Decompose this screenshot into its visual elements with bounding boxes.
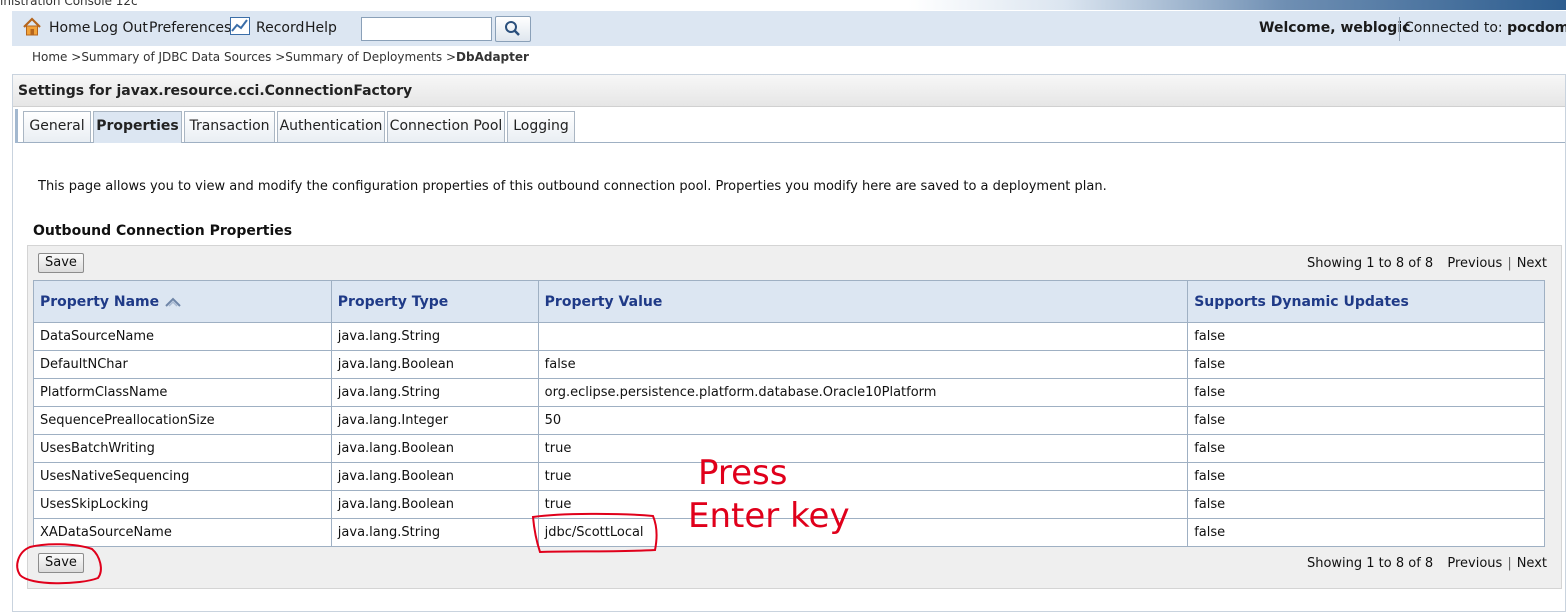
- tab-strip: General Properties Transaction Authentic…: [15, 109, 1565, 143]
- dynamic-updates-cell: false: [1187, 322, 1545, 351]
- settings-panel: Settings for javax.resource.cci.Connecti…: [12, 74, 1566, 612]
- home-icon[interactable]: [22, 17, 42, 37]
- welcome-prefix: Welcome,: [1259, 20, 1336, 36]
- dynamic-updates-cell: false: [1187, 462, 1545, 491]
- tab-general[interactable]: General: [23, 111, 91, 142]
- table-row: UsesSkipLocking java.lang.Boolean true f…: [33, 490, 1545, 519]
- previous-link-bottom[interactable]: Previous: [1447, 556, 1502, 571]
- properties-table: Property Name Property Type Property Val…: [33, 280, 1545, 547]
- breadcrumb-deployments[interactable]: Summary of Deployments >: [285, 50, 456, 64]
- tab-transaction[interactable]: Transaction: [184, 111, 275, 142]
- connected-prefix: Connected to:: [1404, 20, 1503, 36]
- column-header-property-name[interactable]: Property Name: [33, 280, 332, 323]
- search-button[interactable]: [495, 16, 531, 42]
- connected-text: Connected to: pocdomai: [1404, 20, 1566, 36]
- property-name-cell: SequencePreallocationSize: [33, 406, 332, 435]
- settings-title: Settings for javax.resource.cci.Connecti…: [18, 83, 413, 99]
- window-title-bar: inistration Console 12c: [0, 0, 1566, 10]
- table-row: DataSourceName java.lang.String false: [33, 322, 1545, 351]
- dynamic-updates-cell: false: [1187, 434, 1545, 463]
- dynamic-updates-cell: false: [1187, 490, 1545, 519]
- next-link-top[interactable]: Next: [1517, 256, 1547, 271]
- search-input[interactable]: [361, 17, 492, 41]
- property-name-cell: UsesSkipLocking: [33, 490, 332, 519]
- connected-domain: pocdomai: [1507, 20, 1566, 36]
- window-title: inistration Console 12c: [0, 0, 138, 8]
- breadcrumb: Home >Summary of JDBC Data Sources >Summ…: [32, 50, 529, 64]
- breadcrumb-home[interactable]: Home >: [32, 50, 81, 64]
- tab-connection-pool[interactable]: Connection Pool: [387, 111, 505, 142]
- breadcrumb-current: DbAdapter: [456, 50, 529, 64]
- section-title: Outbound Connection Properties: [33, 223, 293, 239]
- table-header-row: Property Name Property Type Property Val…: [33, 280, 1545, 323]
- column-label-property-name: Property Name: [40, 293, 160, 310]
- page-description: This page allows you to view and modify …: [38, 179, 1107, 194]
- toolbar-divider: [1399, 17, 1400, 41]
- property-name-cell: DefaultNChar: [33, 350, 332, 379]
- property-type-cell: java.lang.Integer: [330, 406, 539, 435]
- property-type-cell: java.lang.Boolean: [330, 350, 539, 379]
- table-row: UsesNativeSequencing java.lang.Boolean t…: [33, 462, 1545, 491]
- paging-summary-top: Showing 1 to 8 of 8: [1306, 256, 1434, 271]
- paging-summary-bottom: Showing 1 to 8 of 8: [1306, 556, 1434, 571]
- column-header-property-value[interactable]: Property Value: [537, 280, 1189, 323]
- help-link[interactable]: Help: [305, 20, 337, 36]
- property-value-cell[interactable]: false: [537, 350, 1189, 379]
- table-row: DefaultNChar java.lang.Boolean false fal…: [33, 350, 1545, 379]
- column-header-dynamic-updates[interactable]: Supports Dynamic Updates: [1187, 280, 1545, 323]
- paging-bottom: Showing 1 to 8 of 8 Previous | Next: [1307, 556, 1547, 571]
- sort-ascending-icon[interactable]: [164, 296, 182, 308]
- top-toolbar: Home Log Out Preferences Record Help Wel…: [12, 11, 1566, 46]
- property-type-cell: java.lang.Boolean: [330, 490, 539, 519]
- save-button-bottom[interactable]: Save: [38, 553, 84, 573]
- table-row: PlatformClassName java.lang.String org.e…: [33, 378, 1545, 407]
- previous-link-top[interactable]: Previous: [1447, 256, 1502, 271]
- record-icon[interactable]: [230, 17, 250, 35]
- dynamic-updates-cell: false: [1187, 378, 1545, 407]
- property-name-cell: UsesBatchWriting: [33, 434, 332, 463]
- property-type-cell: java.lang.String: [330, 378, 539, 407]
- dynamic-updates-cell: false: [1187, 518, 1545, 547]
- table-row: SequencePreallocationSize java.lang.Inte…: [33, 406, 1545, 435]
- property-type-cell: java.lang.String: [330, 518, 539, 547]
- search-icon: [505, 21, 520, 36]
- property-type-cell: java.lang.String: [330, 322, 539, 351]
- property-type-cell: java.lang.Boolean: [330, 434, 539, 463]
- tab-properties[interactable]: Properties: [93, 111, 182, 143]
- next-link-bottom[interactable]: Next: [1517, 556, 1547, 571]
- property-type-cell: java.lang.Boolean: [330, 462, 539, 491]
- settings-header: Settings for javax.resource.cci.Connecti…: [13, 75, 1565, 107]
- paging-separator: |: [1507, 256, 1512, 271]
- paging-top: Showing 1 to 8 of 8 Previous | Next: [1307, 256, 1547, 271]
- property-name-cell: PlatformClassName: [33, 378, 332, 407]
- column-header-property-type[interactable]: Property Type: [330, 280, 539, 323]
- paging-separator: |: [1507, 556, 1512, 571]
- save-button-top[interactable]: Save: [38, 253, 84, 273]
- property-value-cell[interactable]: true: [537, 490, 1189, 519]
- record-link[interactable]: Record: [256, 20, 304, 36]
- property-value-cell[interactable]: jdbc/ScottLocal: [537, 518, 1189, 547]
- tab-strip-edge: [15, 109, 18, 143]
- tab-logging[interactable]: Logging: [507, 111, 575, 142]
- dynamic-updates-cell: false: [1187, 406, 1545, 435]
- home-link[interactable]: Home: [49, 20, 90, 36]
- breadcrumb-jdbc-data-sources[interactable]: Summary of JDBC Data Sources >: [81, 50, 285, 64]
- property-value-cell[interactable]: true: [537, 434, 1189, 463]
- dynamic-updates-cell: false: [1187, 350, 1545, 379]
- welcome-text: Welcome, weblogic: [1259, 20, 1410, 36]
- properties-table-container: Save Showing 1 to 8 of 8 Previous | Next P…: [27, 245, 1562, 589]
- logout-link[interactable]: Log Out: [93, 20, 148, 36]
- property-value-cell[interactable]: true: [537, 462, 1189, 491]
- property-value-cell[interactable]: org.eclipse.persistence.platform.databas…: [537, 378, 1189, 407]
- preferences-link[interactable]: Preferences: [149, 20, 231, 36]
- tab-authentication[interactable]: Authentication: [277, 111, 385, 142]
- table-row: XADataSourceName java.lang.String jdbc/S…: [33, 518, 1545, 547]
- property-name-cell: DataSourceName: [33, 322, 332, 351]
- property-name-cell: UsesNativeSequencing: [33, 462, 332, 491]
- property-value-cell[interactable]: 50: [537, 406, 1189, 435]
- property-name-cell: XADataSourceName: [33, 518, 332, 547]
- property-value-cell[interactable]: [537, 322, 1189, 351]
- table-row: UsesBatchWriting java.lang.Boolean true …: [33, 434, 1545, 463]
